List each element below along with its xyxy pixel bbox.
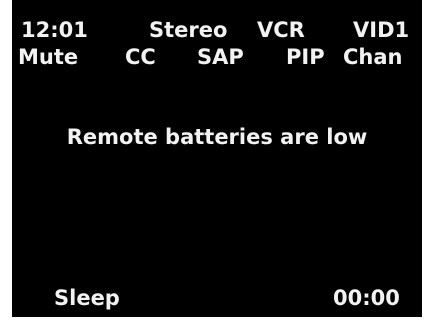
pip-indicator: PIP (286, 45, 325, 69)
status-row: 12:01 Stereo VCR VID1 (12, 17, 422, 43)
mute-indicator: Mute (18, 45, 79, 69)
cc-indicator: CC (125, 45, 156, 69)
source-indicator: VCR (257, 18, 305, 42)
sleep-timer-display: 00:00 (333, 286, 400, 310)
footer-row: Sleep 00:00 (12, 285, 422, 311)
channel-indicator: Chan (343, 45, 403, 69)
sap-indicator: SAP (197, 45, 244, 69)
tv-osd-screen: 12:01 Stereo VCR VID1 Mute CC SAP PIP Ch… (12, 0, 422, 317)
sleep-label: Sleep (54, 286, 120, 310)
low-battery-message: Remote batteries are low (66, 125, 368, 149)
clock-display: 12:01 (21, 18, 88, 42)
input-indicator: VID1 (353, 18, 410, 42)
function-row: Mute CC SAP PIP Chan (12, 44, 422, 70)
audio-mode-indicator: Stereo (149, 18, 228, 42)
